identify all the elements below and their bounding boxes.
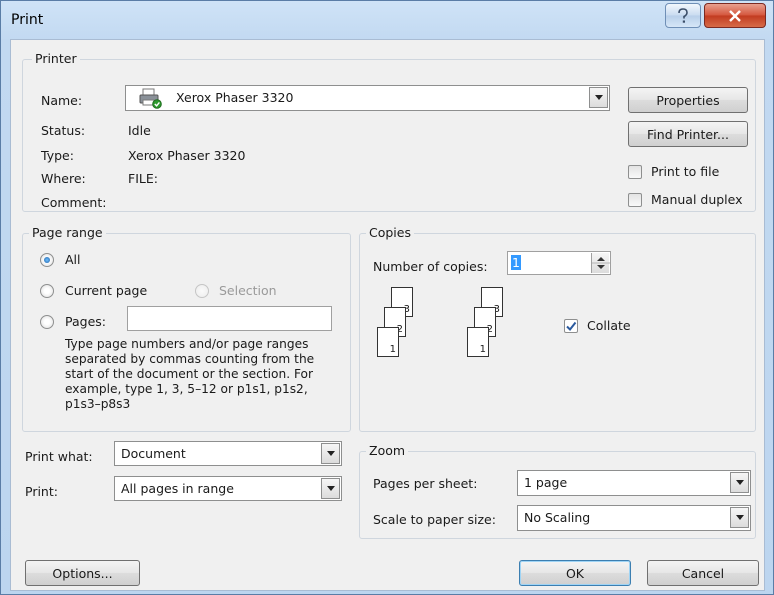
find-printer-button[interactable]: Find Printer... — [628, 121, 748, 147]
type-label: Type: — [41, 148, 74, 163]
print-what-label: Print what: — [25, 449, 93, 464]
printer-name-dropdown-arrow[interactable] — [589, 87, 608, 108]
print-label: Print: — [25, 484, 58, 499]
help-button[interactable] — [665, 3, 701, 28]
cancel-button[interactable]: Cancel — [647, 560, 759, 586]
chevron-down-icon — [735, 515, 744, 520]
print-dropdown-arrow[interactable] — [321, 478, 340, 499]
print-select[interactable]: All pages in range — [114, 476, 342, 501]
page-1-sheet: 1 — [467, 327, 489, 357]
status-label: Status: — [41, 123, 86, 138]
where-label: Where: — [41, 171, 86, 186]
copies-group-label: Copies — [366, 225, 414, 240]
close-icon — [729, 9, 741, 22]
spin-arrows-icon — [592, 257, 610, 269]
ok-button[interactable]: OK — [519, 560, 631, 586]
print-what-value: Document — [121, 446, 186, 461]
manual-duplex-label[interactable]: Manual duplex — [651, 192, 743, 207]
print-value: All pages in range — [121, 481, 234, 496]
print-to-file-label[interactable]: Print to file — [651, 164, 719, 179]
page-range-group-label: Page range — [29, 225, 106, 240]
chevron-down-icon — [326, 486, 335, 491]
print-what-dropdown-arrow[interactable] — [321, 443, 340, 464]
pages-per-sheet-select[interactable]: 1 page — [517, 470, 751, 496]
printer-name-value: Xerox Phaser 3320 — [176, 90, 294, 105]
selection-label: Selection — [219, 283, 277, 298]
chevron-down-icon — [594, 95, 603, 100]
number-of-copies-input[interactable]: 1 — [507, 251, 611, 275]
checkmark-icon — [566, 321, 577, 332]
printer-group-label: Printer — [32, 51, 80, 66]
name-label: Name: — [41, 93, 83, 108]
current-page-label[interactable]: Current page — [65, 283, 147, 298]
collate-label[interactable]: Collate — [587, 318, 631, 333]
status-value: Idle — [128, 123, 151, 138]
chevron-down-icon — [735, 480, 744, 485]
pages-radio[interactable] — [40, 315, 54, 329]
copies-spinner[interactable] — [591, 253, 610, 273]
collated-pages-illustration: 3 2 1 — [373, 287, 433, 367]
print-what-select[interactable]: Document — [114, 441, 342, 466]
number-of-copies-value: 1 — [511, 255, 521, 270]
all-label[interactable]: All — [65, 252, 81, 267]
selection-radio — [195, 284, 209, 298]
pages-label[interactable]: Pages: — [65, 314, 106, 329]
window-title: Print — [11, 12, 44, 28]
collate-checkbox[interactable] — [564, 319, 578, 333]
close-button[interactable] — [704, 3, 766, 28]
title-bar[interactable]: Print — [1, 1, 773, 39]
dialog-body: Printer Name: Xerox Phaser 3320 Status: … — [10, 39, 765, 591]
scale-dropdown-arrow[interactable] — [730, 507, 749, 528]
zoom-group-label: Zoom — [366, 443, 409, 458]
scale-to-paper-size-label: Scale to paper size: — [373, 512, 496, 527]
printer-name-select[interactable]: Xerox Phaser 3320 — [125, 85, 610, 111]
print-to-file-checkbox[interactable] — [628, 165, 642, 179]
scale-to-paper-size-value: No Scaling — [524, 510, 591, 525]
number-of-copies-label: Number of copies: — [373, 259, 488, 274]
where-value: FILE: — [128, 171, 158, 186]
comment-label: Comment: — [41, 195, 107, 210]
all-radio[interactable] — [40, 253, 54, 267]
pages-input[interactable] — [127, 306, 332, 331]
page-1-sheet: 1 — [377, 327, 399, 357]
pages-per-sheet-label: Pages per sheet: — [373, 476, 478, 491]
help-icon — [678, 7, 688, 23]
options-button[interactable]: Options... — [25, 560, 140, 586]
manual-duplex-checkbox[interactable] — [628, 193, 642, 207]
type-value: Xerox Phaser 3320 — [128, 148, 246, 163]
properties-button[interactable]: Properties — [628, 87, 748, 113]
pages-per-sheet-dropdown-arrow[interactable] — [730, 472, 749, 493]
page-range-help-text: Type page numbers and/or page ranges sep… — [65, 337, 315, 411]
scale-to-paper-size-select[interactable]: No Scaling — [517, 505, 751, 531]
print-dialog: Print Printer Name: Xerox Phaser 3320 St… — [0, 0, 774, 595]
collated-pages-illustration-2: 3 2 1 — [463, 287, 523, 367]
current-page-radio[interactable] — [40, 284, 54, 298]
pages-per-sheet-value: 1 page — [524, 475, 568, 490]
printer-icon — [139, 88, 162, 109]
chevron-down-icon — [326, 451, 335, 456]
